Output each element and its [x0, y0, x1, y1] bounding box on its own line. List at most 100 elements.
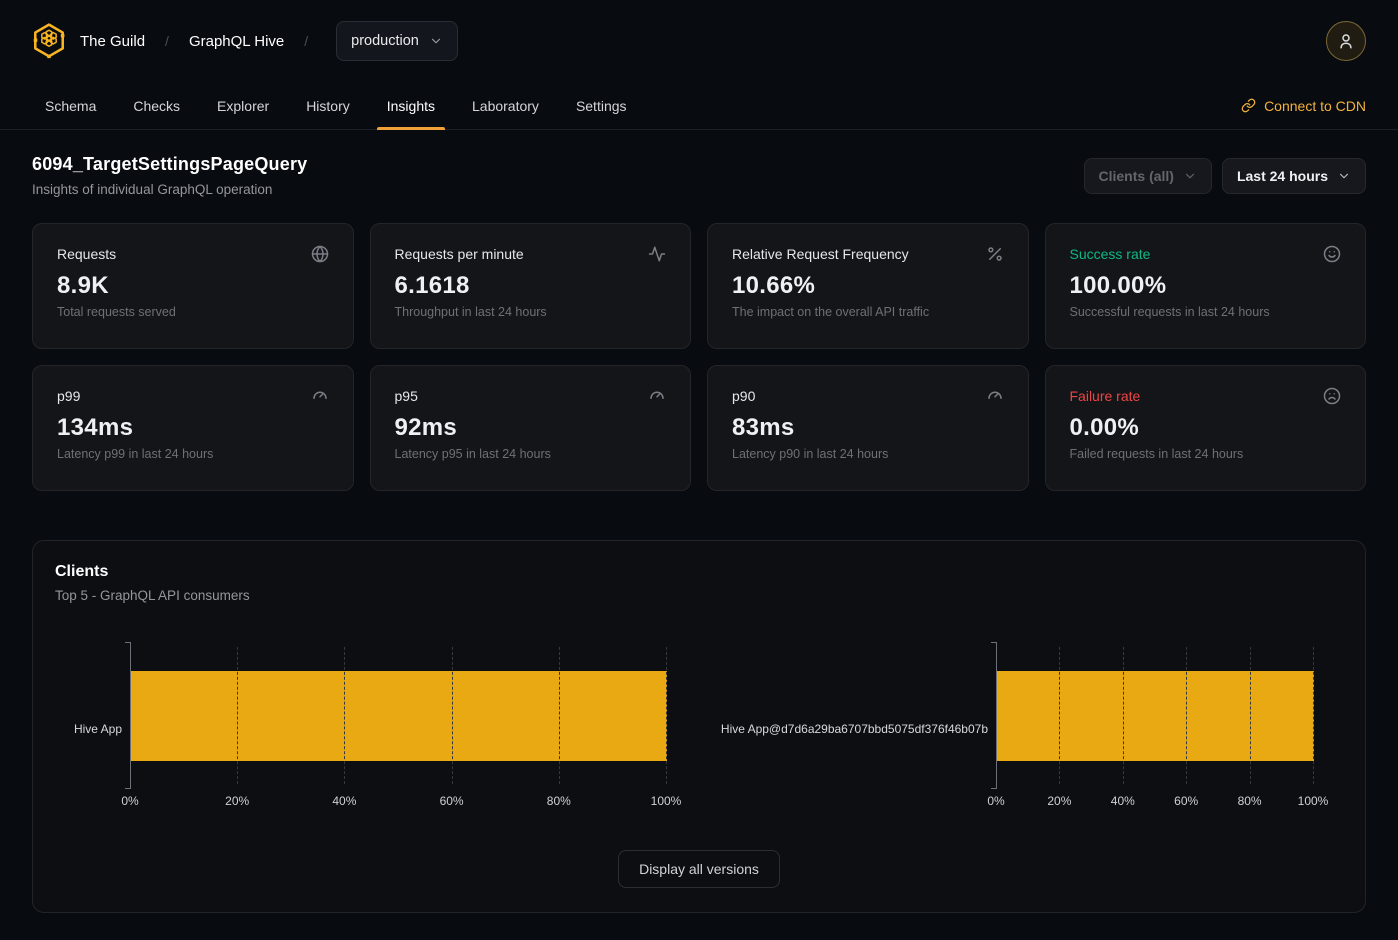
stat-label: Success rate	[1070, 246, 1151, 262]
stat-value: 134ms	[57, 414, 329, 442]
gridline	[1313, 647, 1314, 784]
stat-subtitle: The impact on the overall API traffic	[732, 305, 1004, 319]
tab-history[interactable]: History	[296, 82, 360, 129]
stat-value: 100.00%	[1070, 272, 1342, 300]
clients-panel: Clients Top 5 - GraphQL API consumers Hi…	[32, 540, 1366, 913]
stat-value: 10.66%	[732, 272, 1004, 300]
x-axis-tick-label: 80%	[1238, 794, 1262, 808]
stat-label: Failure rate	[1070, 388, 1141, 404]
x-axis-tick-label: 20%	[1047, 794, 1071, 808]
globe-icon	[311, 245, 329, 263]
display-all-versions-button[interactable]: Display all versions	[618, 850, 780, 888]
stat-value: 83ms	[732, 414, 1004, 442]
stat-card-success-rate: Success rate 100.00% Successful requests…	[1045, 223, 1367, 349]
x-axis-tick-label: 80%	[547, 794, 571, 808]
period-filter-dropdown[interactable]: Last 24 hours	[1222, 158, 1366, 194]
stat-value: 8.9K	[57, 272, 329, 300]
stat-card-p99: p99 134ms Latency p99 in last 24 hours	[32, 365, 354, 491]
stat-subtitle: Total requests served	[57, 305, 329, 319]
stat-label: p99	[57, 388, 80, 404]
user-icon	[1337, 32, 1355, 50]
target-selector-dropdown[interactable]: production	[336, 21, 458, 61]
stat-subtitle: Latency p95 in last 24 hours	[395, 447, 667, 461]
smile-icon	[1323, 245, 1341, 263]
target-selector-value: production	[351, 33, 419, 49]
x-axis-tick-label: 40%	[332, 794, 356, 808]
gridline	[1123, 647, 1124, 784]
tab-explorer[interactable]: Explorer	[207, 82, 279, 129]
breadcrumb-separator: /	[298, 33, 314, 49]
clients-panel-title: Clients	[55, 563, 1343, 581]
stat-label: p95	[395, 388, 418, 404]
tab-laboratory[interactable]: Laboratory	[462, 82, 549, 129]
x-axis-tick-label: 40%	[1111, 794, 1135, 808]
gauge-icon	[311, 387, 329, 405]
chevron-down-icon	[1183, 169, 1197, 183]
stats-row-2: p99 134ms Latency p99 in last 24 hours p…	[32, 365, 1366, 491]
chart-category-label: Hive App	[55, 647, 130, 810]
chart-category-label: Hive App@d7d6a29ba6707bbd5075df376f46b07…	[722, 647, 996, 810]
chevron-down-icon	[1337, 169, 1351, 183]
client-charts: Hive App 0% 20% 40% 60% 80% 100% Hive App@d7d…	[55, 647, 1343, 810]
x-axis-tick-label: 100%	[651, 794, 682, 808]
stat-card-p90: p90 83ms Latency p90 in last 24 hours	[707, 365, 1029, 491]
stat-subtitle: Latency p99 in last 24 hours	[57, 447, 329, 461]
tab-settings[interactable]: Settings	[566, 82, 637, 129]
x-axis-tick-label: 100%	[1298, 794, 1329, 808]
gauge-icon	[986, 387, 1004, 405]
x-axis-tick-label: 20%	[225, 794, 249, 808]
client-traffic-bar[interactable]	[131, 671, 667, 761]
connect-to-cdn-label: Connect to CDN	[1264, 98, 1366, 114]
stat-value: 92ms	[395, 414, 667, 442]
breadcrumb-project[interactable]: GraphQL Hive	[189, 33, 284, 50]
percent-icon	[986, 245, 1004, 263]
breadcrumb-separator: /	[159, 33, 175, 49]
link-icon	[1241, 98, 1256, 113]
page-title: 6094_TargetSettingsPageQuery	[32, 154, 307, 175]
clients-filter-dropdown[interactable]: Clients (all)	[1084, 158, 1212, 194]
x-axis-tick-label: 60%	[1174, 794, 1198, 808]
chart-plot-area	[130, 647, 666, 784]
app-header: The Guild / GraphQL Hive / production	[0, 0, 1398, 82]
page-content: 6094_TargetSettingsPageQuery Insights of…	[0, 154, 1398, 913]
tab-schema[interactable]: Schema	[35, 82, 106, 129]
main-navigation: Schema Checks Explorer History Insights …	[0, 82, 1398, 130]
stat-card-failure-rate: Failure rate 0.00% Failed requests in la…	[1045, 365, 1367, 491]
gridline	[1250, 647, 1251, 784]
gridline	[237, 647, 238, 784]
gridline	[559, 647, 560, 784]
stat-card-rpm: Requests per minute 6.1618 Throughput in…	[370, 223, 692, 349]
gauge-icon	[648, 387, 666, 405]
tab-checks[interactable]: Checks	[123, 82, 190, 129]
stat-subtitle: Failed requests in last 24 hours	[1070, 447, 1342, 461]
stat-value: 0.00%	[1070, 414, 1342, 442]
guild-hive-logo-icon	[32, 22, 66, 60]
user-avatar[interactable]	[1326, 21, 1366, 61]
page-head: 6094_TargetSettingsPageQuery Insights of…	[32, 154, 1366, 197]
client-traffic-bar[interactable]	[997, 671, 1314, 761]
x-axis-tick-label: 0%	[121, 794, 138, 808]
stat-value: 6.1618	[395, 272, 667, 300]
client-bar-chart-1: Hive App 0%20%40%60%80%100%	[55, 647, 666, 810]
stat-label: Relative Request Frequency	[732, 246, 909, 262]
stat-subtitle: Successful requests in last 24 hours	[1070, 305, 1342, 319]
gridline	[452, 647, 453, 784]
gridline	[666, 647, 667, 784]
stat-label: p90	[732, 388, 755, 404]
stat-card-relative-frequency: Relative Request Frequency 10.66% The im…	[707, 223, 1029, 349]
period-filter-value: Last 24 hours	[1237, 168, 1328, 184]
filter-controls: Clients (all) Last 24 hours	[1084, 158, 1367, 194]
page-subtitle: Insights of individual GraphQL operation	[32, 182, 307, 197]
connect-to-cdn-link[interactable]: Connect to CDN	[1241, 82, 1366, 129]
chart-plot-area	[996, 647, 1313, 784]
activity-icon	[648, 245, 666, 263]
x-axis-labels: 0%20%40%60%80%100%	[996, 794, 1313, 810]
chevron-down-icon	[429, 34, 443, 48]
tab-insights[interactable]: Insights	[377, 82, 445, 129]
clients-filter-value: Clients (all)	[1099, 168, 1174, 184]
gridline	[344, 647, 345, 784]
x-axis-labels: 0%20%40%60%80%100%	[130, 794, 666, 810]
clients-panel-subtitle: Top 5 - GraphQL API consumers	[55, 588, 1343, 603]
x-axis-tick-label: 0%	[987, 794, 1004, 808]
breadcrumb-org[interactable]: The Guild	[80, 33, 145, 50]
